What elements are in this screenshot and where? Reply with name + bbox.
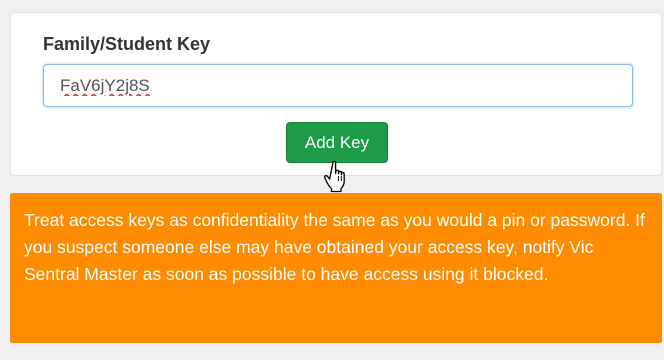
page: Family/Student Key Add Key Treat access … bbox=[0, 0, 664, 360]
hand-pointer-icon bbox=[324, 160, 345, 193]
key-input[interactable] bbox=[43, 64, 633, 107]
add-key-panel: Family/Student Key Add Key bbox=[10, 12, 662, 193]
key-field-label: Family/Student Key bbox=[43, 34, 211, 54]
access-key-notice: Treat access keys as confidentiality the… bbox=[10, 193, 662, 343]
add-key-button[interactable]: Add Key bbox=[286, 122, 388, 163]
notice-text: Treat access keys as confidentiality the… bbox=[24, 210, 645, 284]
